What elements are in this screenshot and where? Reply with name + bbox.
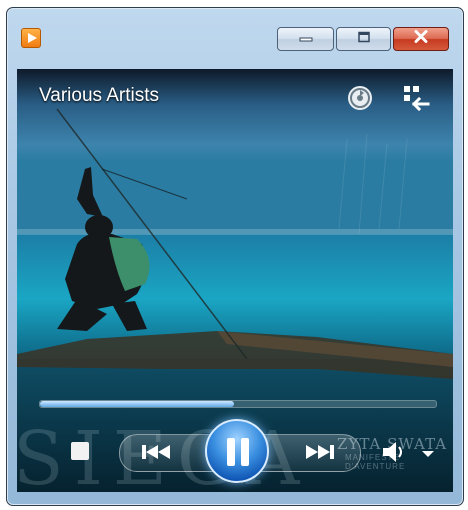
sync-button[interactable]: [345, 83, 375, 113]
pause-icon-bar: [241, 438, 249, 466]
minimize-button[interactable]: [277, 27, 334, 51]
volume-icon: [383, 442, 402, 462]
next-icon: [306, 445, 334, 459]
close-button[interactable]: [393, 27, 449, 51]
maximize-button[interactable]: [336, 27, 391, 51]
player-window: SIEGA Various Artists ZYTA SWATA MANIFES…: [6, 7, 464, 506]
now-playing-view: SIEGA Various Artists ZYTA SWATA MANIFES…: [17, 69, 453, 492]
seek-bar-progress: [40, 401, 235, 407]
previous-button[interactable]: [133, 440, 179, 464]
close-icon: [413, 30, 429, 49]
minimize-icon: [298, 30, 314, 48]
switch-to-library-button[interactable]: [401, 83, 431, 113]
media-player-icon[interactable]: [21, 28, 41, 48]
stop-button[interactable]: [71, 442, 89, 460]
previous-icon: [142, 445, 170, 459]
switch-to-library-icon: [404, 86, 430, 112]
sync-icon: [348, 86, 372, 110]
transport-controls: [17, 414, 453, 484]
next-button[interactable]: [297, 440, 343, 464]
artist-name: Various Artists: [39, 85, 160, 106]
maximize-icon: [357, 30, 371, 48]
volume-button[interactable]: [379, 438, 409, 466]
seek-bar[interactable]: [39, 400, 437, 408]
volume-dropdown-button[interactable]: [421, 446, 435, 457]
pause-icon: [227, 438, 235, 466]
dropdown-arrow-icon: [422, 451, 434, 457]
pause-button[interactable]: [205, 419, 269, 483]
